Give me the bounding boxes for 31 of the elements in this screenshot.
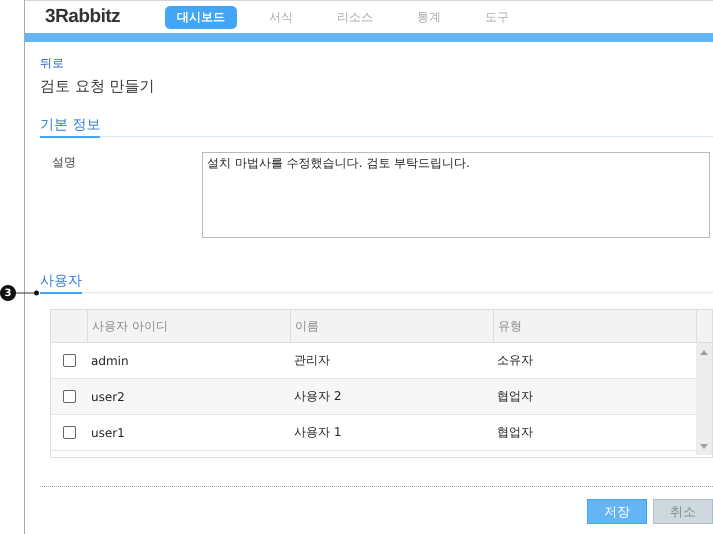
row-checkbox[interactable]	[62, 390, 76, 403]
nav-tab[interactable]: 리소스	[325, 6, 385, 28]
table-cell: user1	[91, 426, 125, 440]
nav-tab[interactable]: 대시보드	[165, 6, 237, 28]
callout-badge: 3	[0, 285, 16, 301]
scrollbar-drawing[interactable]	[696, 343, 712, 455]
logo[interactable]: 3Rabbitz	[45, 6, 165, 28]
back-link[interactable]: 뒤로	[40, 55, 64, 72]
table-cell: 사용자 1	[294, 424, 342, 441]
field-label: 설명	[51, 154, 77, 171]
column-header: 유형	[498, 318, 522, 334]
nav-tab[interactable]: 도구	[473, 6, 521, 28]
leader-line	[16, 290, 40, 296]
row-checkbox[interactable]	[62, 426, 76, 439]
table-cell: 협업자	[497, 424, 533, 441]
description-field[interactable]: 설치 마법사를 수정했습니다. 검토 부탁드립니다.	[202, 152, 710, 238]
nav-tab[interactable]: 서식	[257, 6, 305, 28]
table-cell: admin	[91, 354, 129, 368]
section-title: 기본 정보	[40, 116, 100, 138]
page-title: 검토 요청 만들기	[40, 77, 155, 96]
table-cell: 소유자	[497, 352, 533, 369]
table-cell: 협업자	[497, 388, 533, 405]
section-title: 사용자	[40, 272, 82, 294]
row-checkbox[interactable]	[62, 354, 76, 367]
nav-tab[interactable]: 통계	[405, 6, 453, 28]
table-cell: 관리자	[294, 352, 330, 369]
table-cell: 사용자 2	[294, 388, 342, 405]
form-button[interactable]: 저장	[587, 499, 647, 524]
table-cell: user2	[91, 390, 125, 404]
column-header: 이름	[295, 318, 319, 334]
column-header: 사용자 아이디	[92, 318, 168, 334]
